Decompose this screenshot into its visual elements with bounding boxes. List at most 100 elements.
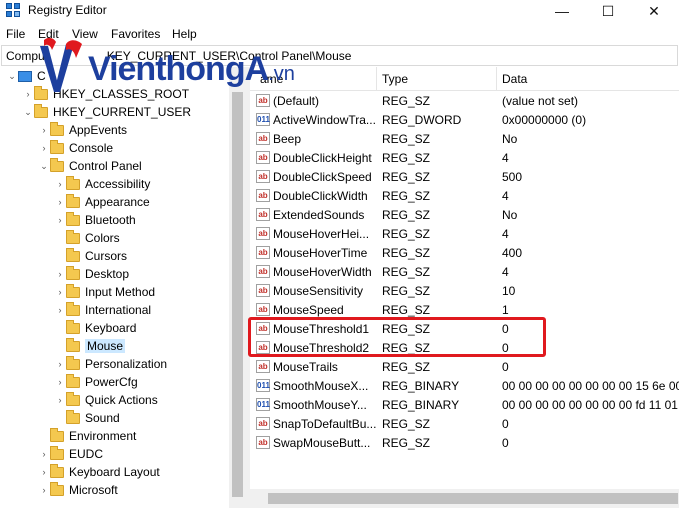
tree-item-control-panel[interactable]: ⌄ Control Panel <box>38 157 142 175</box>
list-header: ame Type Data <box>250 67 679 91</box>
value-row[interactable]: ab MouseHoverTime REG_SZ 400 <box>250 244 679 263</box>
tree-item-keyboard[interactable]: Keyboard <box>54 319 136 337</box>
folder-icon <box>66 373 80 388</box>
registry-editor-icon <box>6 3 22 19</box>
tree-item-bluetooth[interactable]: › Bluetooth <box>54 211 136 229</box>
chevron-down-icon[interactable]: ⌄ <box>38 161 50 172</box>
folder-icon <box>50 481 64 496</box>
chevron-right-icon[interactable]: › <box>54 305 66 315</box>
value-row[interactable]: ab MouseTrails REG_SZ 0 <box>250 358 679 377</box>
value-data: 4 <box>502 265 509 279</box>
folder-icon <box>66 175 80 190</box>
string-value-icon: ab <box>256 151 270 164</box>
value-row[interactable]: 011 SmoothMouseY... REG_BINARY 00 00 00 00 … <box>250 396 679 415</box>
tree-item-input-method[interactable]: › Input Method <box>54 283 155 301</box>
value-type: REG_BINARY <box>382 398 460 412</box>
folder-icon <box>66 301 80 316</box>
value-type: REG_DWORD <box>382 113 462 127</box>
chevron-right-icon[interactable]: › <box>54 215 66 225</box>
chevron-right-icon[interactable]: › <box>54 395 66 405</box>
chevron-right-icon[interactable]: › <box>38 467 50 477</box>
list-scroll-thumb[interactable] <box>268 493 678 504</box>
value-row[interactable]: ab Beep REG_SZ No <box>250 130 679 149</box>
value-row[interactable]: ab MouseSensitivity REG_SZ 10 <box>250 282 679 301</box>
binary-value-icon: 011 <box>256 113 270 126</box>
tree-item-mouse[interactable]: Mouse <box>54 337 126 355</box>
chevron-right-icon[interactable]: › <box>54 359 66 369</box>
chevron-right-icon[interactable]: › <box>54 197 66 207</box>
string-value-icon: ab <box>256 284 270 297</box>
folder-icon <box>66 337 80 352</box>
chevron-right-icon[interactable]: › <box>38 125 50 135</box>
chevron-right-icon[interactable]: › <box>54 179 66 189</box>
value-row[interactable]: ab DoubleClickHeight REG_SZ 4 <box>250 149 679 168</box>
key-tree[interactable]: ⌄ C › HKEY_CLASSES_ROOT ⌄ HKEY_CURRENT_USER › A… <box>0 67 246 508</box>
menu-file[interactable]: File <box>6 27 25 41</box>
tree-label: Colors <box>85 231 120 245</box>
folder-icon <box>50 427 64 442</box>
value-row[interactable]: ab ExtendedSounds REG_SZ No <box>250 206 679 225</box>
tree-item-accessibility[interactable]: › Accessibility <box>54 175 150 193</box>
chevron-down-icon[interactable]: ⌄ <box>6 71 18 82</box>
value-data: No <box>502 208 518 222</box>
value-row[interactable]: ab (Default) REG_SZ (value not set) <box>250 92 679 111</box>
value-row[interactable]: ab MouseHoverWidth REG_SZ 4 <box>250 263 679 282</box>
tree-item-quick-actions[interactable]: › Quick Actions <box>54 391 158 409</box>
folder-icon <box>34 103 48 118</box>
tree-item-environment[interactable]: Environment <box>38 427 136 445</box>
tree-item-desktop[interactable]: › Desktop <box>54 265 129 283</box>
tree-item-personalization[interactable]: › Personalization <box>54 355 167 373</box>
chevron-right-icon[interactable]: › <box>54 269 66 279</box>
tree-item-colors[interactable]: Colors <box>54 229 120 247</box>
value-row[interactable]: ab SwapMouseButt... REG_SZ 0 <box>250 434 679 453</box>
chevron-right-icon[interactable]: › <box>54 287 66 297</box>
value-row[interactable]: 011 SmoothMouseX... REG_BINARY 00 00 00 00 … <box>250 377 679 396</box>
tree-label: Mouse <box>85 339 126 353</box>
tree-label: HKEY_CURRENT_USER <box>53 105 192 119</box>
tree-item-appearance[interactable]: › Appearance <box>54 193 150 211</box>
tree-item-eudc[interactable]: › EUDC <box>38 445 103 463</box>
tree-scroll-thumb[interactable] <box>232 92 243 497</box>
folder-icon <box>66 391 80 406</box>
chevron-right-icon[interactable]: › <box>38 485 50 495</box>
folder-icon <box>66 229 80 244</box>
folder-icon <box>66 409 80 424</box>
maximize-button[interactable]: ☐ <box>585 0 631 22</box>
chevron-right-icon[interactable]: › <box>54 377 66 387</box>
tree-item-microsoft[interactable]: › Microsoft <box>38 481 118 499</box>
tree-item-appevents[interactable]: › AppEvents <box>38 121 127 139</box>
tree-label: AppEvents <box>69 123 128 137</box>
value-data: 0 <box>502 417 509 431</box>
value-data: 0x00000000 (0) <box>502 113 587 127</box>
tree-item-hkey-current-user[interactable]: ⌄ HKEY_CURRENT_USER <box>22 103 191 121</box>
string-value-icon: ab <box>256 360 270 373</box>
chevron-right-icon[interactable]: › <box>22 89 34 99</box>
chevron-down-icon[interactable]: ⌄ <box>22 107 34 118</box>
value-row[interactable]: ab DoubleClickWidth REG_SZ 4 <box>250 187 679 206</box>
minimize-button[interactable]: — <box>539 0 585 22</box>
value-name: DoubleClickWidth <box>273 189 368 203</box>
value-row[interactable]: ab DoubleClickSpeed REG_SZ 500 <box>250 168 679 187</box>
tree-item-powercfg[interactable]: › PowerCfg <box>54 373 138 391</box>
folder-icon <box>66 193 80 208</box>
value-data: No <box>502 132 518 146</box>
tree-label: PowerCfg <box>85 375 138 389</box>
value-list[interactable]: ame Type Data ab (Default) REG_SZ (value no… <box>250 67 679 508</box>
tree-item-international[interactable]: › International <box>54 301 151 319</box>
value-type: REG_SZ <box>382 265 431 279</box>
chevron-right-icon[interactable]: › <box>38 449 50 459</box>
close-button[interactable]: ✕ <box>631 0 677 22</box>
value-name: MouseSensitivity <box>273 284 364 298</box>
column-type-header[interactable]: Type <box>382 72 408 86</box>
value-row[interactable]: ab MouseHoverHei... REG_SZ 4 <box>250 225 679 244</box>
tree-item-sound[interactable]: Sound <box>54 409 120 427</box>
chevron-right-icon[interactable]: › <box>38 143 50 153</box>
folder-icon <box>66 283 80 298</box>
tree-item-console[interactable]: › Console <box>38 139 113 157</box>
value-row[interactable]: 011 ActiveWindowTra... REG_DWORD 0x00000000… <box>250 111 679 130</box>
tree-item-keyboard-layout[interactable]: › Keyboard Layout <box>38 463 160 481</box>
value-row[interactable]: ab SnapToDefaultBu... REG_SZ 0 <box>250 415 679 434</box>
column-data-header[interactable]: Data <box>502 72 527 86</box>
folder-icon <box>66 247 80 262</box>
tree-item-cursors[interactable]: Cursors <box>54 247 127 265</box>
